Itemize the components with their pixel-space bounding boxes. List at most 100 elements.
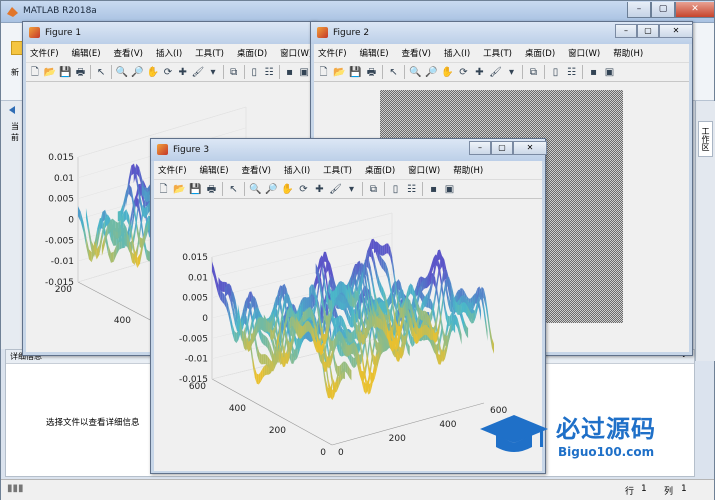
zoom-in-icon[interactable]: 🔍 [409, 66, 422, 79]
hide-plot-tools-icon[interactable]: ▪ [284, 66, 296, 79]
legend-icon[interactable]: ☷ [263, 66, 275, 79]
maximize-button[interactable]: ▢ [637, 24, 659, 38]
menu-view[interactable]: 查看(V) [402, 47, 431, 59]
close-button[interactable]: ✕ [659, 24, 693, 38]
surface-patch [309, 295, 312, 308]
new-file-icon[interactable]: 🗋 [317, 66, 330, 79]
menu-insert[interactable]: 插入(I) [284, 164, 310, 176]
rotate-icon[interactable]: ⟳ [457, 66, 470, 79]
menu-tools[interactable]: 工具(T) [483, 47, 512, 59]
menu-window[interactable]: 窗口(W) [408, 164, 440, 176]
menu-desktop[interactable]: 桌面(D) [365, 164, 395, 176]
surface-patch [337, 330, 340, 343]
menu-desktop[interactable]: 桌面(D) [237, 47, 267, 59]
maximize-button[interactable]: ▢ [651, 2, 675, 18]
surface-patch [422, 324, 425, 337]
link-icon[interactable]: ⧉ [367, 183, 380, 196]
brush-icon[interactable]: 🖌 [192, 66, 205, 79]
zoom-in-icon[interactable]: 🔍 [116, 66, 128, 79]
menu-file[interactable]: 文件(F) [30, 47, 59, 59]
print-icon[interactable]: 🖶 [75, 66, 87, 79]
menu-window[interactable]: 窗口(W) [280, 47, 312, 59]
surface-patch [226, 297, 229, 315]
new-file-icon[interactable]: 🗋 [29, 66, 41, 79]
rotate-icon[interactable]: ⟳ [297, 183, 310, 196]
open-icon[interactable]: 📂 [173, 183, 186, 196]
pointer-icon[interactable]: ↖ [95, 66, 107, 79]
surface-patch [376, 241, 379, 253]
menu-edit[interactable]: 编辑(E) [360, 47, 389, 59]
zoom-in-icon[interactable]: 🔍 [249, 183, 262, 196]
data-cursor-icon[interactable]: ✚ [313, 183, 326, 196]
pan-icon[interactable]: ✋ [281, 183, 294, 196]
pan-icon[interactable]: ✋ [441, 66, 454, 79]
print-icon[interactable]: 🖶 [205, 183, 218, 196]
menu-tools[interactable]: 工具(T) [323, 164, 352, 176]
legend-icon[interactable]: ☷ [405, 183, 418, 196]
surface-patch [86, 236, 89, 260]
close-button[interactable]: ✕ [513, 141, 547, 155]
zoom-out-icon[interactable]: 🔎 [131, 66, 143, 79]
graduation-cap-icon [480, 415, 548, 452]
save-icon[interactable]: 💾 [349, 66, 362, 79]
close-button[interactable]: ✕ [675, 2, 715, 18]
menu-view[interactable]: 查看(V) [114, 47, 143, 59]
minimize-button[interactable]: – [615, 24, 637, 38]
print-icon[interactable]: 🖶 [365, 66, 378, 79]
hide-plot-tools-icon[interactable]: ▪ [587, 66, 600, 79]
menu-window[interactable]: 窗口(W) [568, 47, 600, 59]
workspace-tab[interactable]: 工作区 [698, 121, 713, 157]
menu-insert[interactable]: 插入(I) [156, 47, 182, 59]
save-icon[interactable]: 💾 [189, 183, 202, 196]
pointer-icon[interactable]: ↖ [227, 183, 240, 196]
surface-patch [220, 280, 223, 292]
new-file-icon[interactable]: 🗋 [157, 183, 170, 196]
menu-file[interactable]: 文件(F) [318, 47, 347, 59]
save-icon[interactable]: 💾 [59, 66, 71, 79]
surface-patch [337, 365, 340, 377]
dropdown-icon[interactable]: ▾ [207, 66, 219, 79]
rotate-icon[interactable]: ⟳ [162, 66, 174, 79]
show-plot-tools-icon[interactable]: ▣ [443, 183, 456, 196]
surface-patch [126, 209, 130, 226]
menu-view[interactable]: 查看(V) [242, 164, 271, 176]
back-arrow-icon[interactable] [7, 105, 17, 115]
maximize-button[interactable]: ▢ [491, 141, 513, 155]
colorbar-icon[interactable]: ▯ [549, 66, 562, 79]
brush-icon[interactable]: 🖌 [489, 66, 502, 79]
minimize-button[interactable]: – [627, 2, 651, 18]
x-tick-label: 400 [114, 316, 131, 326]
surface-patch [214, 267, 217, 287]
surface-patch [110, 251, 114, 263]
menu-edit[interactable]: 编辑(E) [200, 164, 229, 176]
menu-help[interactable]: 帮助(H) [613, 47, 643, 59]
menu-file[interactable]: 文件(F) [158, 164, 187, 176]
data-cursor-icon[interactable]: ✚ [473, 66, 486, 79]
menu-insert[interactable]: 插入(I) [444, 47, 470, 59]
open-icon[interactable]: 📂 [333, 66, 346, 79]
dropdown-icon[interactable]: ▾ [345, 183, 358, 196]
link-icon[interactable]: ⧉ [527, 66, 540, 79]
minimize-button[interactable]: – [469, 141, 491, 155]
show-plot-tools-icon[interactable]: ▣ [603, 66, 616, 79]
menu-edit[interactable]: 编辑(E) [72, 47, 101, 59]
surface-patch [351, 355, 354, 369]
pan-icon[interactable]: ✋ [147, 66, 159, 79]
colorbar-icon[interactable]: ▯ [389, 183, 402, 196]
dropdown-icon[interactable]: ▾ [505, 66, 518, 79]
menu-desktop[interactable]: 桌面(D) [525, 47, 555, 59]
menu-tools[interactable]: 工具(T) [195, 47, 224, 59]
show-plot-tools-icon[interactable]: ▣ [298, 66, 310, 79]
open-icon[interactable]: 📂 [44, 66, 56, 79]
zoom-out-icon[interactable]: 🔎 [265, 183, 278, 196]
brush-icon[interactable]: 🖌 [329, 183, 342, 196]
surface-patch [307, 297, 310, 308]
hide-plot-tools-icon[interactable]: ▪ [427, 183, 440, 196]
legend-icon[interactable]: ☷ [565, 66, 578, 79]
menu-help[interactable]: 帮助(H) [453, 164, 483, 176]
pointer-icon[interactable]: ↖ [387, 66, 400, 79]
link-icon[interactable]: ⧉ [228, 66, 240, 79]
data-cursor-icon[interactable]: ✚ [177, 66, 189, 79]
colorbar-icon[interactable]: ▯ [248, 66, 260, 79]
zoom-out-icon[interactable]: 🔎 [425, 66, 438, 79]
